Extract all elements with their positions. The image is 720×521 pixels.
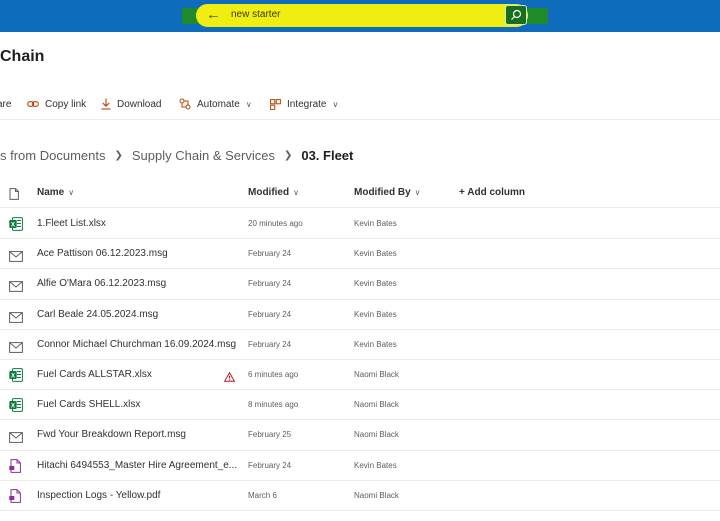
modified-by: Kevin Bates [354,279,397,289]
file-row[interactable]: Hitachi 6494553_Master Hire Agreement_e.… [0,451,720,481]
file-list: X 1.Fleet List.xlsx 20 minutes ago Kevin Ba… [0,209,720,511]
site-title: Chain [0,48,45,65]
file-type-icon [9,188,19,200]
modified-date: February 24 [248,339,292,349]
file-row[interactable]: Ace Pattison 06.12.2023.msg February 24 Ke… [0,239,720,270]
download-label: Download [117,98,162,110]
arrow-left-icon[interactable]: ← [206,6,224,24]
automate-icon [179,98,191,110]
column-header-name[interactable]: Name ∨ [37,187,74,198]
mail-icon [9,310,23,328]
link-icon [27,101,39,107]
modified-by: Kevin Bates [354,309,397,319]
file-name-link[interactable]: Carl Beale 24.05.2024.msg [37,309,158,320]
chevron-down-icon: ∨ [245,99,252,109]
modified-by: Naomi Black [354,430,399,440]
list-header: Name ∨ Modified ∨ Modified By ∨ + Add colum… [0,180,720,208]
chevron-down-icon: ∨ [293,188,299,197]
add-column-label: + Add column [459,187,526,198]
search-button[interactable] [505,5,527,25]
file-row[interactable]: Inspection Logs - Yellow.pdf March 6 Naomi… [0,481,720,511]
file-name-link[interactable]: Connor Michael Churchman 16.09.2024.msg [37,339,236,350]
svg-text:X: X [11,223,15,229]
breadcrumb-item-supply-chain[interactable]: Supply Chain & Services [132,148,275,163]
excel-file-icon: X [9,368,23,387]
share-button[interactable]: are [0,94,11,114]
modified-date: February 24 [248,279,292,289]
add-column-button[interactable]: + Add column [459,187,525,198]
modified-by: Kevin Bates [354,339,397,349]
integrate-label: Integrate [287,98,327,110]
file-name-link[interactable]: Inspection Logs - Yellow.pdf [37,490,160,501]
file-row[interactable]: X Fuel Cards SHELL.xlsx 8 minutes ago Naomi… [0,390,720,421]
automate-button[interactable]: Automate ∨ [179,94,252,114]
copy-link-button[interactable]: Copy link [27,94,86,114]
file-row[interactable]: Carl Beale 24.05.2024.msg February 24 Kevi… [0,300,720,330]
modified-date: February 24 [248,249,292,259]
file-name-link[interactable]: Hitachi 6494553_Master Hire Agreement_e.… [37,460,237,471]
file-name-link[interactable]: Fuel Cards ALLSTAR.xlsx [37,369,152,380]
file-row[interactable]: X 1.Fleet List.xlsx 20 minutes ago Kevin Ba… [0,209,720,240]
column-modified-label: Modified [248,187,290,198]
integrate-button[interactable]: Integrate ∨ [270,94,338,114]
file-name-link[interactable]: 1.Fleet List.xlsx [37,218,106,229]
file-name-link[interactable]: Ace Pattison 06.12.2023.msg [37,248,168,259]
modified-date: 6 minutes ago [248,369,299,379]
modified-date: February 24 [248,309,292,319]
modified-by: Naomi Black [354,490,399,500]
download-button[interactable]: Download [101,94,161,114]
download-icon [101,98,111,110]
mail-icon [9,249,23,267]
search-query: new starter [231,9,281,20]
file-name-link[interactable]: Fwd Your Breakdown Report.msg [37,429,186,440]
column-header-modified[interactable]: Modified ∨ [248,187,299,198]
file-row[interactable]: Fwd Your Breakdown Report.msg February 25… [0,420,720,451]
excel-file-icon: X [9,398,23,417]
modified-by: Kevin Bates [354,460,397,470]
breadcrumb-item-documents[interactable]: s from Documents [0,148,105,163]
modified-date: February 25 [248,430,292,440]
copy-link-label: Copy link [45,98,87,110]
breadcrumb: s from Documents ❯ Supply Chain & Servic… [0,146,353,164]
chevron-down-icon: ∨ [332,99,339,109]
automate-label: Automate [197,98,240,110]
mail-icon [9,430,23,448]
command-bar: are Copy link Download Automate ∨ [0,94,720,114]
column-name-label: Name [37,187,65,198]
file-row[interactable]: Connor Michael Churchman 16.09.2024.msg F… [0,330,720,360]
warning-icon[interactable] [223,369,236,387]
modified-date: 8 minutes ago [248,400,299,410]
excel-file-icon: X [9,217,23,236]
chevron-down-icon: ∨ [414,188,421,197]
modified-by: Naomi Black [354,369,399,379]
pdf-file-icon [9,458,21,478]
file-name-link[interactable]: Fuel Cards SHELL.xlsx [37,399,140,410]
column-modified-by-label: Modified By [354,187,411,198]
mail-icon [9,279,23,297]
integrate-icon [270,98,281,110]
mail-icon [9,340,23,358]
search-icon [511,9,522,20]
pdf-file-icon [9,488,21,508]
file-row[interactable]: Alfie O'Mara 06.12.2023.msg February 24 Ke… [0,269,720,300]
chevron-down-icon: ∨ [68,188,75,197]
modified-date: 20 minutes ago [248,219,303,228]
modified-by: Kevin Bates [354,249,397,259]
svg-text:X: X [11,373,15,379]
modified-date: March 6 [248,490,277,500]
chevron-right-icon: ❯ [283,149,293,161]
breadcrumb-current: 03. Fleet [301,147,354,163]
file-row[interactable]: X Fuel Cards ALLSTAR.xlsx 6 minutes ago Nao… [0,360,720,391]
file-name-link[interactable]: Alfie O'Mara 06.12.2023.msg [37,278,166,289]
modified-by: Kevin Bates [354,219,397,228]
column-header-modified-by[interactable]: Modified By ∨ [354,187,421,198]
divider [0,119,720,120]
chevron-right-icon: ❯ [114,149,123,161]
svg-text:X: X [11,404,15,410]
share-label: are [0,98,12,110]
modified-date: February 24 [248,460,292,470]
modified-by: Naomi Black [354,400,399,410]
